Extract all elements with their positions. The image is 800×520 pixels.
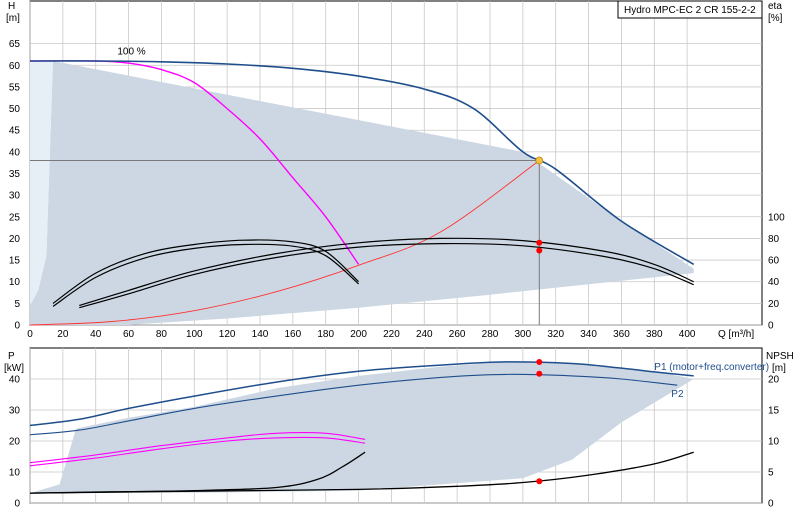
top-x-tick-label: 40 — [90, 329, 102, 340]
top-y-tick-label: 40 — [9, 147, 21, 158]
top-y-tick-label: 45 — [9, 126, 21, 137]
efficiency-marker — [536, 239, 543, 246]
top-y2-axis-unit: [%] — [768, 13, 783, 24]
top-y-tick-label: 30 — [9, 191, 21, 202]
top-y2-tick-label: 60 — [768, 256, 780, 267]
top-y-tick-label: 10 — [9, 277, 21, 288]
top-y2-tick-label: 20 — [768, 299, 780, 310]
top-y2-tick-label: 0 — [768, 321, 774, 332]
duty-point — [535, 156, 544, 165]
top-x-tick-label: 400 — [679, 329, 696, 340]
top-y-tick-labels: 0 5 10 15 20 25 30 35 40 45 50 55 60 65 — [9, 39, 21, 331]
bottom-y-axis-unit: [kW] — [4, 363, 24, 374]
top-x-tick-label: 120 — [219, 329, 236, 340]
bottom-y-tick-label: 30 — [9, 406, 21, 417]
head-efficiency-panel: 0 5 10 15 20 25 30 35 40 45 50 55 60 65 0 20 40 60 80 100 … — [6, 0, 785, 340]
bottom-y2-axis-title: NPSH — [766, 351, 794, 362]
top-y2-tick-labels: 0 20 40 60 80 100 — [768, 212, 785, 331]
top-envelope — [30, 61, 694, 325]
top-y-tick-label: 50 — [9, 104, 21, 115]
operating-envelope — [30, 61, 694, 325]
top-x-tick-label: 60 — [123, 329, 135, 340]
top-x-tick-label: 380 — [646, 329, 663, 340]
top-y2-tick-label: 40 — [768, 277, 780, 288]
bottom-y-tick-label: 0 — [14, 499, 20, 510]
bottom-y2-tick-label: 0 — [768, 499, 774, 510]
efficiency-marker — [536, 247, 543, 254]
npsh-marker — [536, 478, 543, 485]
power-marker — [536, 358, 543, 365]
series-label-p2: P2 — [671, 389, 684, 400]
top-y2-tick-label: 80 — [768, 234, 780, 245]
bottom-y2-axis-unit: [m] — [772, 363, 786, 374]
top-x-tick-labels: 0 20 40 60 80 100 120 140 160 180 200 220 240 260 280 3… — [27, 329, 696, 340]
top-y-tick-label: 20 — [9, 234, 21, 245]
power-npsh-panel: 0 10 20 30 40 0 5 10 15 20 P [kW] NPSH [m] P1 (m… — [4, 347, 794, 510]
bottom-y-tick-label: 40 — [9, 375, 21, 386]
top-x-tick-label: 160 — [285, 329, 302, 340]
bottom-envelope — [30, 361, 694, 494]
top-x-tick-label: 360 — [613, 329, 630, 340]
top-x-tick-label: 20 — [57, 329, 69, 340]
top-y-axis-title: H — [8, 1, 15, 12]
top-x-tick-label: 0 — [27, 329, 33, 340]
power-marker — [536, 370, 543, 377]
bottom-y-tick-labels: 0 10 20 30 40 — [9, 375, 21, 510]
chart-svg: 05101520253035404550556065 020406080100 … — [4, 0, 794, 510]
top-y2-axis-title: eta — [768, 1, 782, 12]
bottom-y-tick-label: 10 — [9, 468, 21, 479]
speed-annotation: 100 % — [117, 47, 145, 58]
top-x-tick-label: 280 — [482, 329, 499, 340]
top-x-tick-label: 180 — [317, 329, 334, 340]
top-y-tick-label: 60 — [9, 61, 21, 72]
top-x-tick-label: 100 — [186, 329, 203, 340]
top-y-tick-label: 0 — [14, 321, 20, 332]
top-x-axis-title: Q [m³/h] — [718, 329, 754, 340]
bottom-y-tick-label: 20 — [9, 437, 21, 448]
pump-curve-chart: 0 5 10 15 20 25 30 35 40 45 50 55 60 65 0 20 40 60 80 100 … — [0, 0, 800, 520]
bottom-y2-tick-label: 5 — [768, 468, 774, 479]
top-y-tick-label: 25 — [9, 212, 21, 223]
top-y-tick-label: 5 — [14, 299, 20, 310]
top-y-tick-label: 35 — [9, 169, 21, 180]
bottom-y2-tick-label: 10 — [768, 437, 780, 448]
bottom-y-axis-title: P — [8, 351, 15, 362]
top-y-axis-unit: [m] — [6, 13, 20, 24]
bottom-y2-tick-label: 20 — [768, 375, 780, 386]
top-x-tick-label: 220 — [383, 329, 400, 340]
top-y-tick-label: 55 — [9, 82, 21, 93]
top-x-tick-label: 300 — [515, 329, 532, 340]
top-x-tick-label: 240 — [416, 329, 433, 340]
top-x-tick-label: 140 — [252, 329, 269, 340]
bottom-y2-tick-label: 15 — [768, 406, 780, 417]
top-y-tick-label: 15 — [9, 256, 21, 267]
top-x-tick-label: 260 — [449, 329, 466, 340]
top-x-tick-label: 340 — [580, 329, 597, 340]
top-x-tick-label: 200 — [350, 329, 367, 340]
top-x-tick-label: 80 — [156, 329, 168, 340]
top-x-tick-label: 320 — [547, 329, 564, 340]
title-box-text: Hydro MPC-EC 2 CR 155-2-2 — [624, 5, 756, 16]
top-y-tick-label: 65 — [9, 39, 21, 50]
series-label-p1: P1 (motor+freq.converter) — [654, 362, 769, 373]
bottom-y2-tick-labels: 0 5 10 15 20 — [768, 375, 780, 510]
top-y2-tick-label: 100 — [768, 212, 785, 223]
power-envelope — [30, 361, 694, 494]
